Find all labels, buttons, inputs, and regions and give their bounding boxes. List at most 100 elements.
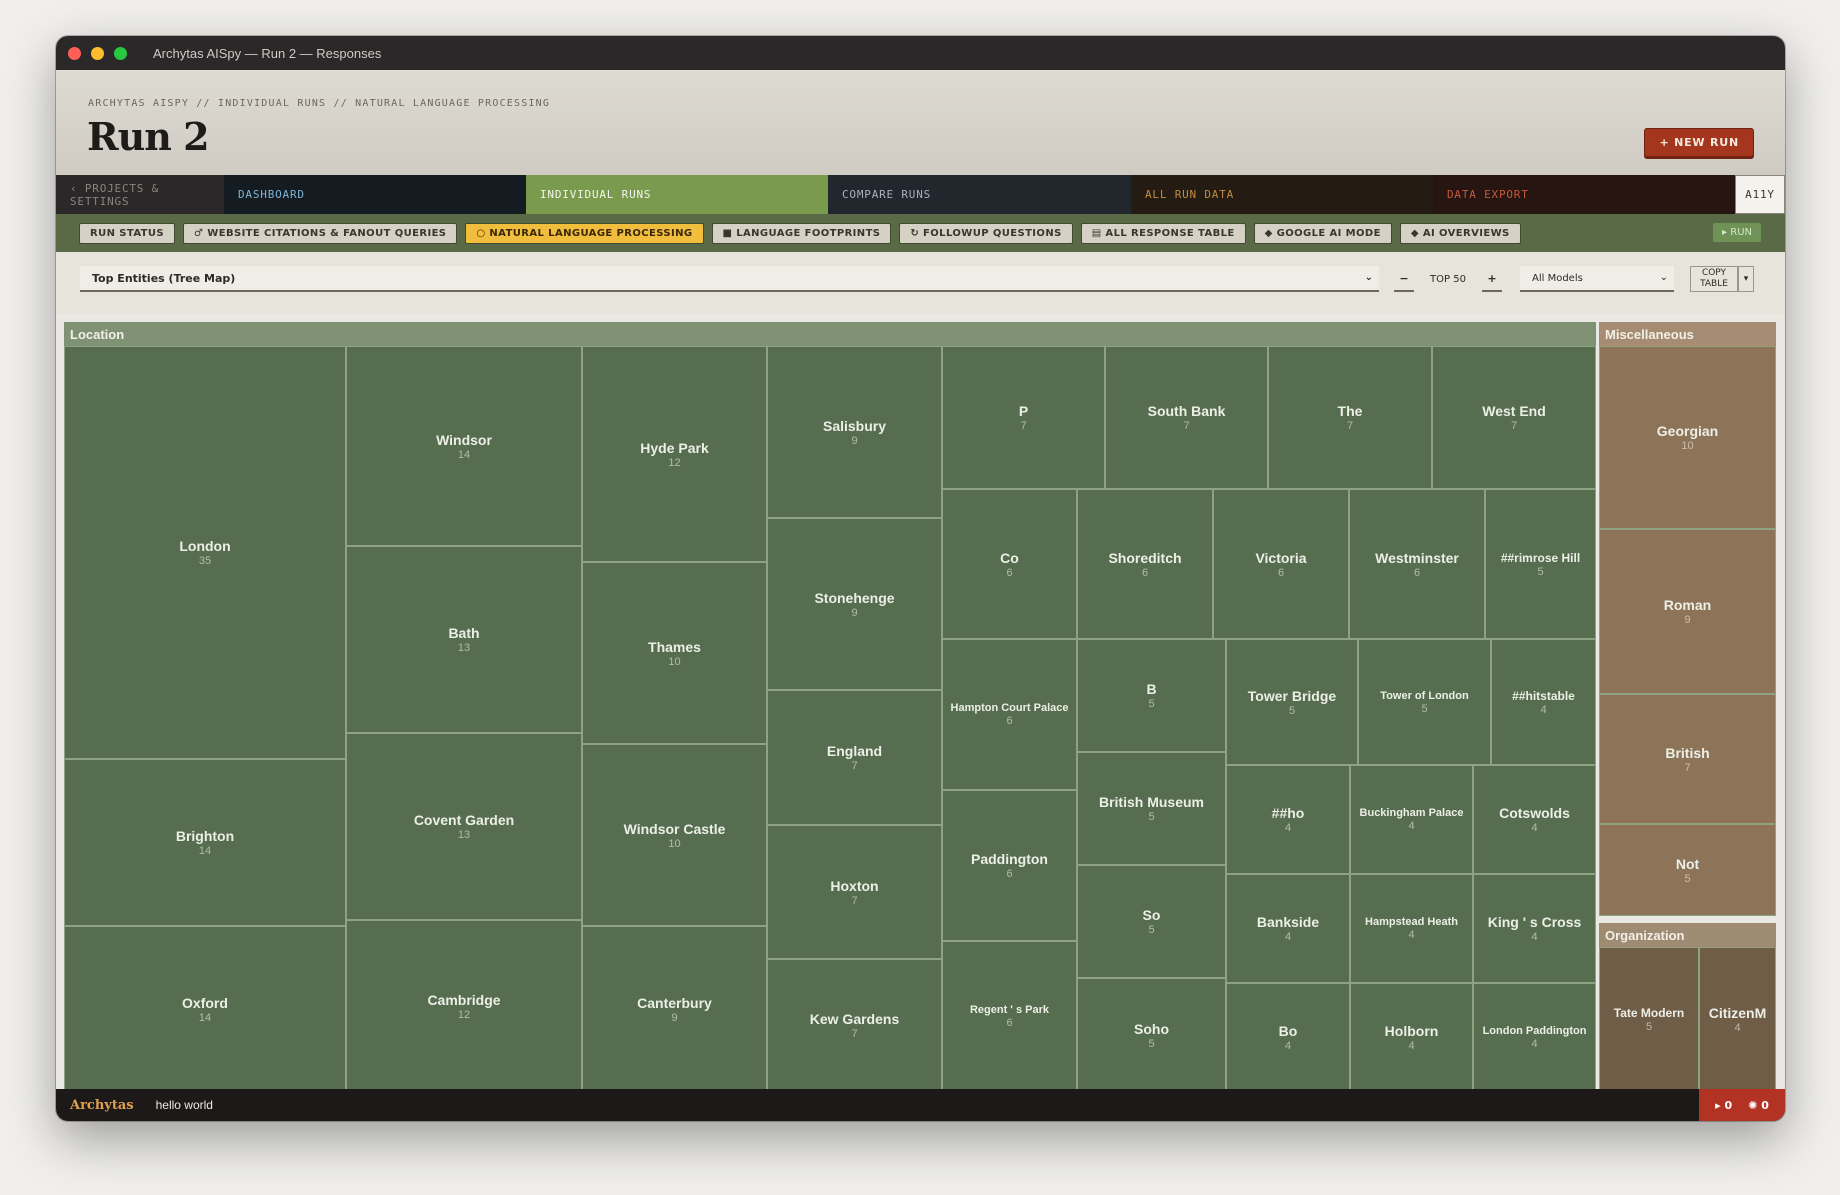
cell-value: 9	[851, 606, 858, 619]
title-bar: Archytas AISpy — Run 2 — Responses	[56, 36, 1785, 70]
cell-label: Roman	[1663, 597, 1712, 613]
breadcrumb: ARCHYTAS AISPY // INDIVIDUAL RUNS // NAT…	[88, 98, 551, 109]
cell-label: P	[1018, 403, 1029, 419]
treemap-cell[interactable]: London Paddington 4	[1473, 983, 1596, 1092]
treemap-cell[interactable]: British Museum 5	[1077, 752, 1226, 865]
tab-all-run-data[interactable]: ALL RUN DATA	[1131, 175, 1433, 214]
subnav-tab-3[interactable]: ■ LANGUAGE FOOTPRINTS	[711, 222, 892, 244]
treemap-cell[interactable]: ##ho 4	[1226, 765, 1350, 874]
treemap-cell[interactable]: Not 5	[1599, 824, 1776, 916]
treemap-cell[interactable]: Tate Modern 5	[1599, 947, 1699, 1092]
cell-label: Canterbury	[637, 994, 712, 1011]
treemap-cell[interactable]: Oxford 14	[64, 926, 346, 1092]
tab-individual-runs[interactable]: INDIVIDUAL RUNS	[526, 175, 828, 214]
treemap-cell[interactable]: London 35	[64, 346, 346, 759]
subnav-tab-2[interactable]: ○ NATURAL LANGUAGE PROCESSING	[465, 222, 704, 244]
new-run-button[interactable]: + NEW RUN	[1644, 128, 1754, 157]
treemap-cell[interactable]: Kew Gardens 7	[767, 959, 942, 1092]
tab-dashboard[interactable]: DASHBOARD	[224, 175, 526, 214]
bugs-badge[interactable]: ✺ 0	[1748, 1099, 1769, 1112]
treemap-cell[interactable]: Bo 4	[1226, 983, 1350, 1092]
run-button[interactable]: ▸ RUN	[1713, 223, 1761, 242]
treemap-cell[interactable]: Co 6	[942, 489, 1077, 639]
subnav-tab-4[interactable]: ↻ FOLLOWUP QUESTIONS	[899, 222, 1073, 244]
treemap-cell[interactable]: Shoreditch 6	[1077, 489, 1213, 639]
cell-label: Hampstead Heath	[1365, 916, 1458, 928]
models-select[interactable]: All Models ⌄	[1520, 266, 1674, 292]
cell-label: Covent Garden	[413, 812, 515, 828]
cell-value: 6	[1006, 566, 1013, 579]
close-window-button[interactable]	[68, 46, 81, 60]
status-bar: Archytas hello world ▸ 0 ✺ 0	[56, 1089, 1785, 1121]
decrease-top-button[interactable]: −	[1394, 266, 1414, 292]
treemap-cell[interactable]: The 7	[1268, 346, 1432, 489]
treemap-cell[interactable]: Tower Bridge 5	[1226, 639, 1358, 765]
copy-options-button[interactable]: ▾	[1738, 266, 1754, 292]
treemap-cell[interactable]: So 5	[1077, 865, 1226, 978]
treemap-cell[interactable]: Victoria 6	[1213, 489, 1349, 639]
subnav-tab-5[interactable]: ▤ ALL RESPONSE TABLE	[1080, 222, 1246, 244]
treemap-cell[interactable]: P7	[942, 346, 1105, 489]
treemap-cell[interactable]: Thames 10	[582, 562, 767, 744]
treemap-cell[interactable]: Buckingham Palace 4	[1350, 765, 1473, 874]
treemap-cell[interactable]: Hyde Park 12	[582, 346, 767, 562]
treemap-cell[interactable]: Regent ' s Park 6	[942, 941, 1077, 1092]
cell-label: King ' s Cross	[1487, 914, 1582, 930]
treemap-cell[interactable]: Westminster 6	[1349, 489, 1485, 639]
cell-label: Salisbury	[822, 417, 887, 434]
treemap-cell[interactable]: Salisbury 9	[767, 346, 942, 518]
tab-compare-runs[interactable]: COMPARE RUNS	[828, 175, 1131, 214]
zoom-window-button[interactable]	[114, 46, 127, 60]
view-select[interactable]: Top Entities (Tree Map) ⌄	[80, 266, 1379, 292]
subnav-tab-1[interactable]: ♂ WEBSITE CITATIONS & FANOUT QUERIES	[183, 222, 458, 244]
treemap-cell[interactable]: South Bank 7	[1105, 346, 1268, 489]
treemap-cell[interactable]: B5	[1077, 639, 1226, 752]
cell-label: Bath	[448, 625, 480, 641]
a11y-button[interactable]: A11Y	[1735, 175, 1785, 214]
treemap-cell[interactable]: Holborn 4	[1350, 983, 1473, 1092]
treemap-cell[interactable]: Canterbury 9	[582, 926, 767, 1092]
increase-top-button[interactable]: +	[1482, 266, 1502, 292]
cell-value: 6	[1006, 868, 1013, 880]
treemap-cell[interactable]: Hampstead Heath 4	[1350, 874, 1473, 983]
cell-value: 14	[457, 448, 471, 461]
treemap-cell[interactable]: Cambridge 12	[346, 920, 582, 1092]
subnav-tab-6[interactable]: ◆ GOOGLE AI MODE	[1253, 222, 1392, 244]
treemap-cell[interactable]: Tower of London 5	[1358, 639, 1491, 765]
treemap-cell[interactable]: British 7	[1599, 694, 1776, 824]
treemap-cell[interactable]: Paddington 6	[942, 790, 1077, 941]
treemap-cell[interactable]: Windsor Castle 10	[582, 744, 767, 926]
treemap-cell[interactable]: West End 7	[1432, 346, 1596, 489]
treemap-cell[interactable]: Bankside 4	[1226, 874, 1350, 983]
treemap-cell[interactable]: Hampton Court Palace 6	[942, 639, 1077, 790]
cell-label: Hampton Court Palace	[950, 702, 1069, 714]
treemap-cell[interactable]: England 7	[767, 690, 942, 825]
treemap-cell[interactable]: Bath 13	[346, 546, 582, 733]
tab-projects-settings[interactable]: ‹ PROJECTS & SETTINGS	[56, 175, 224, 214]
treemap-cell[interactable]: Covent Garden 13	[346, 733, 582, 920]
status-badges[interactable]: ▸ 0 ✺ 0	[1699, 1089, 1785, 1121]
tab-data-export[interactable]: DATA EXPORT	[1433, 175, 1735, 214]
treemap-cell[interactable]: King ' s Cross 4	[1473, 874, 1596, 983]
treemap-cell[interactable]: CitizenM 4	[1699, 947, 1776, 1092]
treemap-cell[interactable]: Hoxton 7	[767, 825, 942, 959]
cell-value: 7	[1020, 420, 1027, 432]
subnav-tab-0[interactable]: RUN STATUS	[79, 222, 176, 244]
treemap-cell[interactable]: Roman 9	[1599, 529, 1776, 694]
treemap-cell[interactable]: Georgian 10	[1599, 346, 1776, 529]
cell-value: 4	[1531, 1038, 1538, 1050]
treemap-cell[interactable]: Windsor 14	[346, 346, 582, 546]
treemap-cell[interactable]: ##hitstable 4	[1491, 639, 1596, 765]
treemap-cell[interactable]: Stonehenge 9	[767, 518, 942, 690]
runs-badge[interactable]: ▸ 0	[1715, 1099, 1732, 1112]
minimize-window-button[interactable]	[91, 46, 104, 60]
cell-label: Co	[1000, 549, 1019, 566]
treemap-cell[interactable]: Cotswolds 4	[1473, 765, 1596, 874]
treemap-cell[interactable]: Brighton 14	[64, 759, 346, 926]
treemap-cell[interactable]: Soho 5	[1077, 978, 1226, 1092]
cell-value: 4	[1408, 929, 1415, 941]
subnav-tab-7[interactable]: ◆ AI OVERVIEWS	[1399, 222, 1521, 244]
copy-table-button[interactable]: COPY TABLE	[1690, 266, 1738, 292]
treemap-cell[interactable]: ##rimrose Hill 5	[1485, 489, 1596, 639]
cell-label: Not	[1675, 855, 1700, 872]
